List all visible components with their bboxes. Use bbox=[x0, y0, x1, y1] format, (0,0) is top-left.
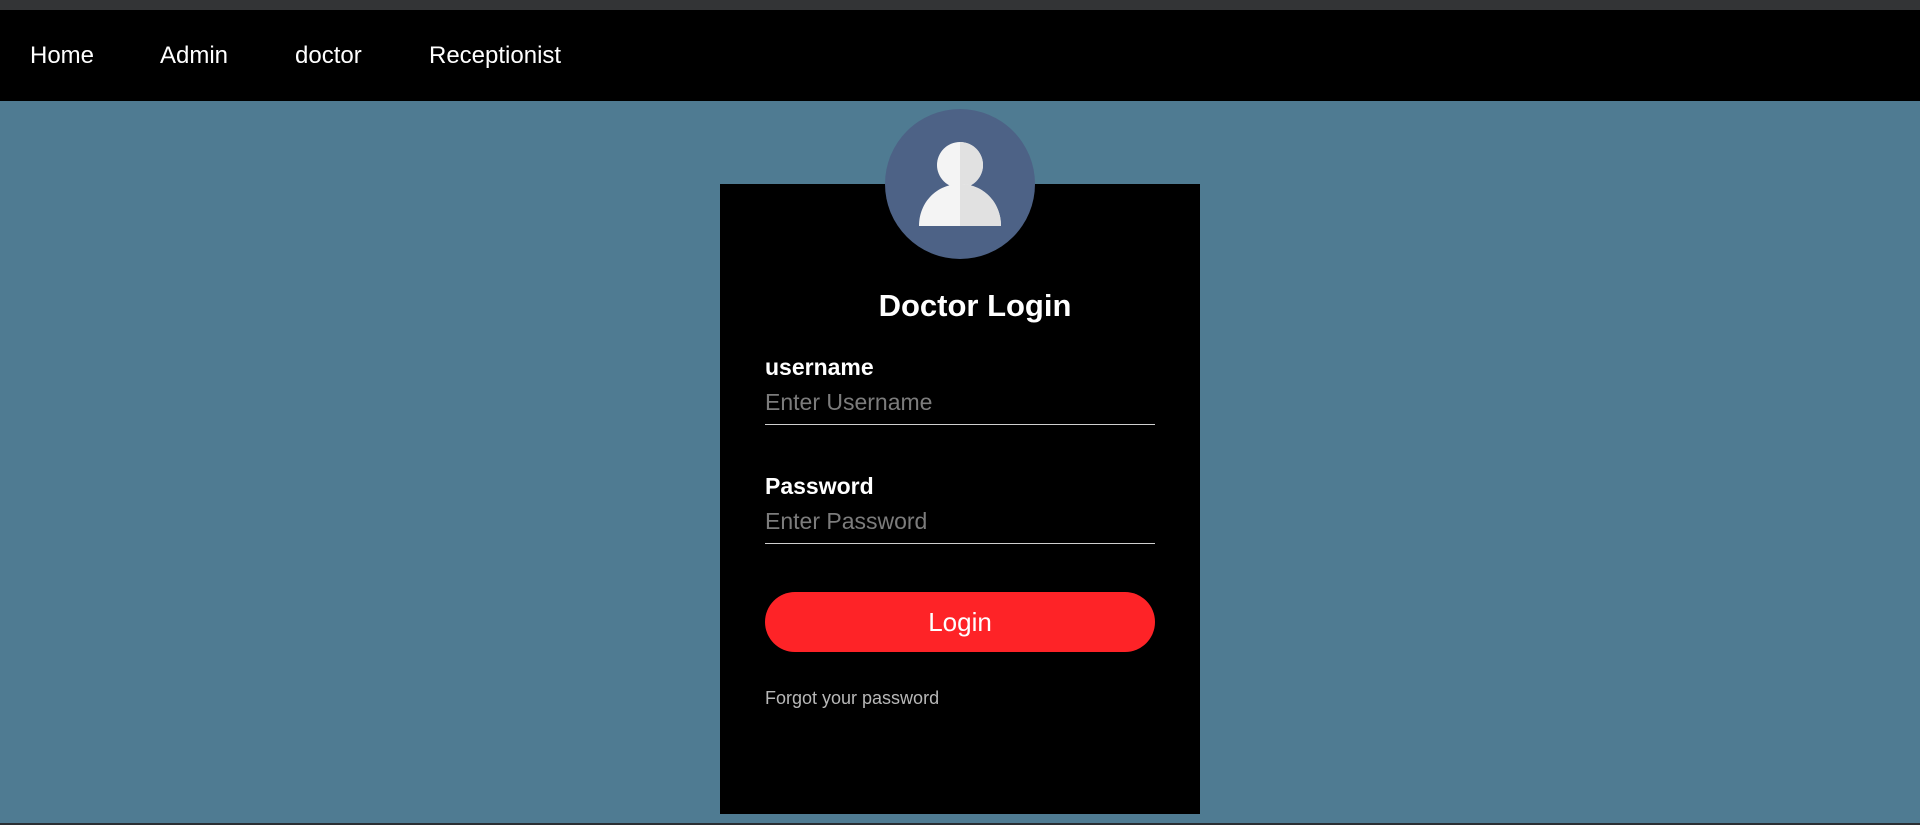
forgot-password-link[interactable]: Forgot your password bbox=[765, 688, 939, 709]
user-silhouette-icon bbox=[919, 142, 1001, 226]
password-input[interactable] bbox=[765, 500, 1155, 544]
user-avatar-icon bbox=[885, 109, 1035, 259]
top-navbar: Home Admin doctor Receptionist bbox=[0, 10, 1920, 101]
login-card: Doctor Login username Password Login For… bbox=[720, 184, 1200, 814]
password-label: Password bbox=[765, 473, 874, 499]
nav-link-home[interactable]: Home bbox=[30, 10, 94, 101]
login-button[interactable]: Login bbox=[765, 592, 1155, 652]
nav-link-receptionist[interactable]: Receptionist bbox=[429, 10, 561, 101]
nav-link-admin[interactable]: Admin bbox=[160, 10, 228, 101]
nav-link-doctor[interactable]: doctor bbox=[295, 10, 362, 101]
window-top-strip bbox=[0, 0, 1920, 10]
username-input[interactable] bbox=[765, 381, 1155, 425]
login-title: Doctor Login bbox=[878, 288, 1072, 323]
username-label: username bbox=[765, 354, 874, 380]
